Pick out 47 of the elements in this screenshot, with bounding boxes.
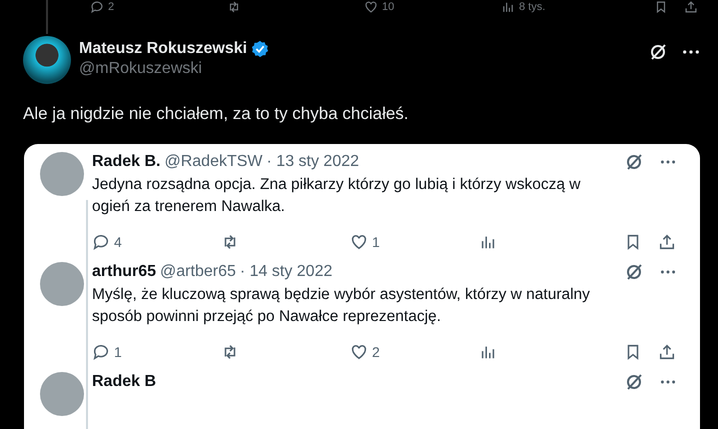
avatar-image <box>40 262 84 306</box>
share-button[interactable] <box>658 343 676 361</box>
views-button[interactable]: 8 tys. <box>501 0 638 14</box>
author-handle: @mRokuszewski <box>79 60 203 78</box>
slashed-circle-icon[interactable] <box>624 152 644 172</box>
share-icon <box>658 233 676 251</box>
more-icon[interactable] <box>682 49 700 55</box>
reply-button[interactable]: 2 <box>90 0 227 14</box>
repost-arrows-icon <box>227 0 241 14</box>
author-name: Mateusz Rokuszewski <box>79 40 248 58</box>
reply-date: · 14 sty 2022 <box>240 263 332 281</box>
share-button[interactable] <box>658 233 676 251</box>
like-button[interactable]: 1 <box>350 233 479 251</box>
reply-handle: @artber65 <box>160 263 236 281</box>
share-button[interactable] <box>684 0 698 14</box>
reply-author-name: arthur65 <box>92 263 156 281</box>
reply-text: Myślę, że kluczową sprawą będzie wybór asystentów, którzy w naturalny sposób powinni przejąć po Nawałce reprezentację. <box>92 285 591 327</box>
reply-button[interactable]: 4 <box>92 233 221 251</box>
speech-bubble-icon <box>92 233 110 251</box>
bookmark-button[interactable] <box>654 0 668 14</box>
heart-icon <box>350 233 368 251</box>
reply-date: · 13 sty 2022 <box>266 153 360 171</box>
avatar-image <box>40 152 84 196</box>
reply-author-name: Radek B. <box>92 153 160 171</box>
more-icon[interactable] <box>660 269 676 275</box>
tweet-text: Ale ja nigdzie nie chciałem, za to ty chyba chciałeś. <box>23 104 410 124</box>
bookmark-icon <box>654 0 668 14</box>
share-icon <box>684 0 698 14</box>
speech-bubble-icon <box>90 0 104 14</box>
heart-icon <box>350 343 368 361</box>
reply-text: Jedyna rozsądna opcja. Zna piłkarzy którzy go lubią i którzy wskoczą w ogień za trenerem Nawalka. <box>92 175 582 217</box>
share-icon <box>658 343 676 361</box>
reply-button[interactable]: 1 <box>92 343 221 361</box>
heart-icon <box>364 0 378 14</box>
avatar-image <box>23 36 71 84</box>
slashed-circle-icon[interactable] <box>624 262 644 282</box>
like-button[interactable]: 2 <box>350 343 479 361</box>
bar-chart-icon <box>501 0 515 14</box>
slashed-circle-icon[interactable] <box>624 372 644 392</box>
reply-author-name: Radek B <box>92 373 156 391</box>
like-button[interactable]: 10 <box>364 0 501 14</box>
more-icon[interactable] <box>660 159 676 165</box>
avatar-image <box>40 372 84 416</box>
more-icon[interactable] <box>660 379 676 385</box>
reply-handle: @RadekTSW <box>164 153 263 171</box>
speech-bubble-icon <box>92 343 110 361</box>
slashed-circle-icon[interactable] <box>648 42 668 62</box>
